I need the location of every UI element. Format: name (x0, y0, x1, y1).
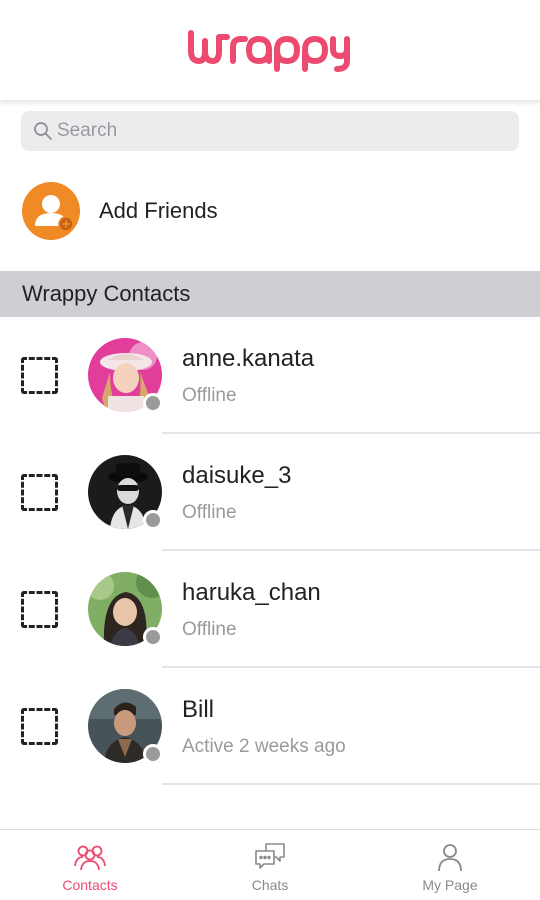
offline-status-dot (143, 627, 163, 647)
nav-label: Contacts (62, 877, 118, 893)
contact-status: Offline (182, 619, 237, 640)
contact-name: anne.kanata (182, 345, 315, 372)
add-friends-row[interactable]: Add Friends (0, 170, 540, 252)
contact-status: Active 2 weeks ago (182, 736, 346, 757)
nav-contacts[interactable]: Contacts (0, 830, 180, 900)
add-user-icon (22, 182, 80, 240)
avatar (88, 572, 163, 647)
list-item[interactable]: anne.kanata Offline (0, 317, 540, 434)
nav-chats[interactable]: Chats (180, 830, 360, 900)
offline-status-dot (143, 510, 163, 530)
nav-my-page[interactable]: My Page (360, 830, 540, 900)
contact-name: daisuke_3 (182, 462, 292, 489)
nav-label: Chats (251, 877, 289, 893)
offline-status-dot (143, 393, 163, 413)
contact-name: haruka_chan (182, 579, 321, 606)
contact-name: Bill (182, 696, 215, 723)
select-checkbox[interactable] (21, 474, 58, 511)
wrappy-logo (185, 23, 355, 78)
contact-status: Offline (182, 385, 237, 406)
person-icon (433, 842, 467, 872)
contacts-icon (73, 842, 107, 872)
app-header (0, 0, 540, 100)
contact-status: Offline (182, 502, 237, 523)
avatar (88, 689, 163, 764)
search-icon (33, 121, 53, 141)
section-title: Wrappy Contacts (22, 281, 191, 306)
bottom-nav: Contacts Chats My Page (0, 829, 540, 900)
select-checkbox[interactable] (21, 591, 58, 628)
nav-label: My Page (422, 877, 478, 893)
search-bar[interactable] (21, 111, 519, 151)
add-friends-label: Add Friends (99, 198, 218, 223)
divider (162, 783, 540, 785)
contact-list: anne.kanata Offline daisuke_3 Offline ha… (0, 317, 540, 785)
search-input[interactable] (57, 120, 487, 142)
select-checkbox[interactable] (21, 357, 58, 394)
list-item[interactable]: daisuke_3 Offline (0, 434, 540, 551)
chats-icon (253, 842, 287, 872)
list-item[interactable]: haruka_chan Offline (0, 551, 540, 668)
list-item[interactable]: Bill Active 2 weeks ago (0, 668, 540, 785)
select-checkbox[interactable] (21, 708, 58, 745)
section-header: Wrappy Contacts (0, 271, 540, 317)
avatar (88, 338, 163, 413)
app-screen: Add Friends Wrappy Contacts (0, 0, 540, 900)
offline-status-dot (143, 744, 163, 764)
avatar (88, 455, 163, 530)
